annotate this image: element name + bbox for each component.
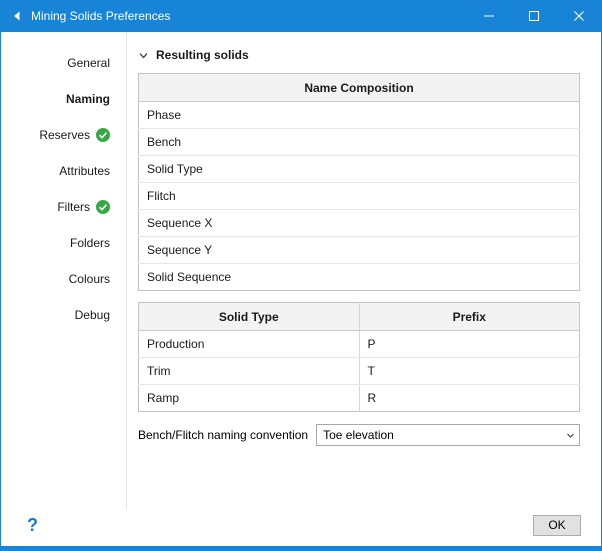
sidebar-item-label: General: [67, 56, 110, 70]
preferences-window: Mining Solids Preferences General Naming…: [0, 0, 602, 551]
sidebar-item-general[interactable]: General: [1, 45, 126, 81]
sidebar-item-folders[interactable]: Folders: [1, 225, 126, 261]
sidebar-item-label: Colours: [69, 272, 110, 286]
window-content: General Naming Reserves Attributes Filte…: [1, 32, 601, 508]
table-row[interactable]: Bench: [139, 129, 580, 156]
minimize-icon: [484, 11, 494, 21]
name-composition-cell[interactable]: Solid Type: [139, 156, 580, 183]
naming-convention-row: Bench/Flitch naming convention Toe eleva…: [138, 424, 580, 446]
name-composition-header: Name Composition: [139, 74, 580, 102]
sidebar-item-label: Debug: [75, 308, 110, 322]
main-panel: Resulting solids Name Composition Phase …: [127, 32, 601, 508]
name-composition-cell[interactable]: Flitch: [139, 183, 580, 210]
naming-convention-label: Bench/Flitch naming convention: [138, 428, 308, 442]
prefix-cell[interactable]: T: [359, 358, 580, 385]
sidebar-item-label: Folders: [70, 236, 110, 250]
sidebar: General Naming Reserves Attributes Filte…: [1, 32, 127, 508]
sidebar-item-label: Attributes: [59, 164, 110, 178]
sidebar-item-reserves[interactable]: Reserves: [1, 117, 126, 153]
table-row[interactable]: Ramp R: [139, 385, 580, 412]
solid-type-table: Solid Type Prefix Production P Trim T Ra…: [138, 302, 580, 412]
sidebar-item-debug[interactable]: Debug: [1, 297, 126, 333]
prefix-cell[interactable]: R: [359, 385, 580, 412]
prefix-cell[interactable]: P: [359, 331, 580, 358]
check-icon: [96, 200, 110, 214]
help-button[interactable]: ?: [27, 515, 38, 536]
footer: ? OK: [1, 508, 601, 546]
section-resulting-solids[interactable]: Resulting solids: [138, 48, 580, 62]
section-title: Resulting solids: [156, 48, 249, 62]
maximize-button[interactable]: [511, 0, 556, 32]
window-title: Mining Solids Preferences: [31, 9, 466, 23]
name-composition-cell[interactable]: Sequence X: [139, 210, 580, 237]
solid-type-cell[interactable]: Production: [139, 331, 360, 358]
chevron-down-icon: [138, 49, 150, 61]
sidebar-item-label: Reserves: [39, 128, 90, 142]
table-row[interactable]: Sequence Y: [139, 237, 580, 264]
naming-convention-value: Toe elevation: [323, 428, 561, 442]
name-composition-cell[interactable]: Sequence Y: [139, 237, 580, 264]
table-row[interactable]: Solid Type: [139, 156, 580, 183]
naming-convention-select[interactable]: Toe elevation: [316, 424, 580, 446]
check-icon: [96, 128, 110, 142]
close-icon: [574, 11, 584, 21]
titlebar[interactable]: Mining Solids Preferences: [1, 0, 601, 32]
prefix-header: Prefix: [359, 303, 580, 331]
table-row[interactable]: Phase: [139, 102, 580, 129]
name-composition-table: Name Composition Phase Bench Solid Type …: [138, 73, 580, 291]
sidebar-item-naming[interactable]: Naming: [1, 81, 126, 117]
name-composition-cell[interactable]: Solid Sequence: [139, 264, 580, 291]
sidebar-item-attributes[interactable]: Attributes: [1, 153, 126, 189]
table-row[interactable]: Trim T: [139, 358, 580, 385]
close-button[interactable]: [556, 0, 601, 32]
app-icon: [11, 10, 23, 22]
chevron-down-icon: [561, 431, 579, 440]
sidebar-item-label: Filters: [57, 200, 90, 214]
sidebar-item-colours[interactable]: Colours: [1, 261, 126, 297]
table-row[interactable]: Flitch: [139, 183, 580, 210]
table-row[interactable]: Sequence X: [139, 210, 580, 237]
name-composition-cell[interactable]: Bench: [139, 129, 580, 156]
minimize-button[interactable]: [466, 0, 511, 32]
solid-type-cell[interactable]: Ramp: [139, 385, 360, 412]
table-row[interactable]: Production P: [139, 331, 580, 358]
maximize-icon: [529, 11, 539, 21]
name-composition-cell[interactable]: Phase: [139, 102, 580, 129]
table-row[interactable]: Solid Sequence: [139, 264, 580, 291]
sidebar-item-filters[interactable]: Filters: [1, 189, 126, 225]
ok-button[interactable]: OK: [533, 515, 581, 536]
solid-type-cell[interactable]: Trim: [139, 358, 360, 385]
solid-type-header: Solid Type: [139, 303, 360, 331]
sidebar-item-label: Naming: [66, 92, 110, 106]
